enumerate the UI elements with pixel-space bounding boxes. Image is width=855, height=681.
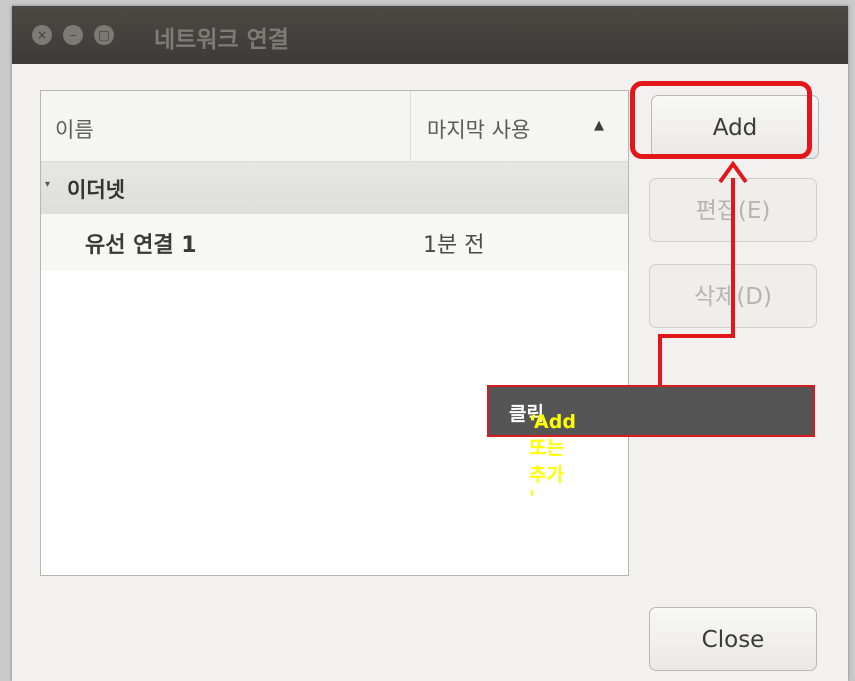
annotation-highlight-text: ‘Add 또는 추가 ' [529, 411, 576, 509]
arrow-line [658, 178, 735, 388]
annotation-text: ‘Add 또는 추가 ' 클릭 [509, 399, 576, 509]
annotation-callout: ‘Add 또는 추가 ' 클릭 [487, 385, 815, 509]
annotation-arrow [658, 160, 748, 388]
